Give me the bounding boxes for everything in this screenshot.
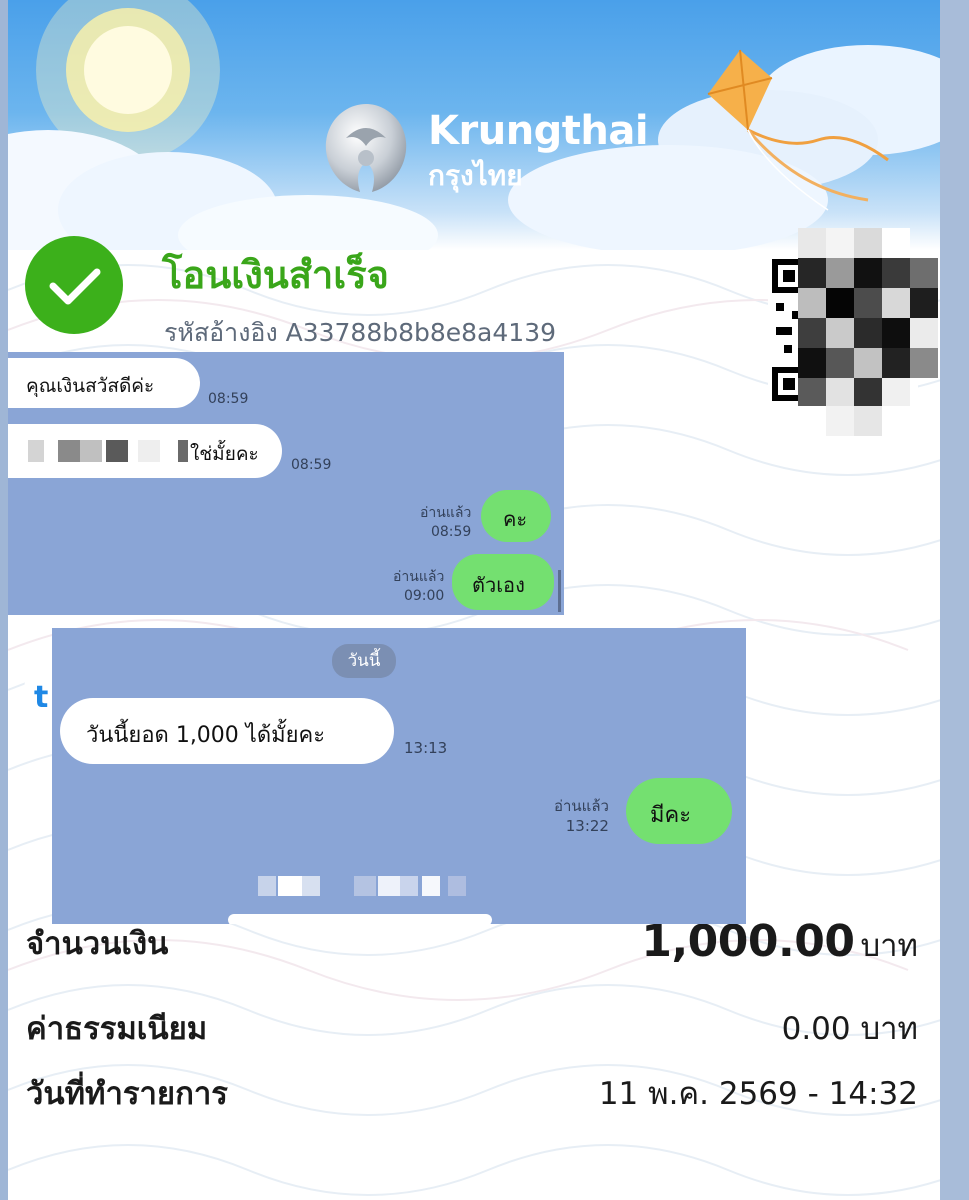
message-time: 08:59 [291, 457, 332, 473]
brand-name-th: กรุงไทย [428, 159, 523, 192]
chat-screenshot-bottom: วันนี้ วันนี้ยอด 1,000 ได้มั้ยคะ 13:13 อ… [52, 628, 746, 924]
read-label: อ่านแล้ว [393, 569, 445, 585]
check-icon [49, 268, 101, 305]
message-text: วันนี้ยอด 1,000 ได้มั้ยคะ [86, 723, 326, 748]
message-text: คะ [503, 507, 528, 531]
redacted-text [258, 872, 468, 902]
letter-t-icon: t [34, 680, 49, 715]
message-text: คุณเงินสวัสดีค่ะ [26, 375, 155, 397]
amount-unit: บาท [860, 928, 918, 964]
read-label: อ่านแล้ว [420, 505, 472, 521]
brand-name-en: Krungthai [428, 108, 649, 154]
message-read-status: อ่านแล้ว 08:59 [420, 504, 471, 542]
chat-bubble-incoming: วันนี้ยอด 1,000 ได้มั้ยคะ [60, 698, 394, 764]
scrollbar[interactable] [558, 570, 561, 612]
chat-bubble-outgoing: คะ [481, 490, 551, 542]
message-text: ใช่มั้ยคะ [190, 443, 259, 465]
message-read-status: อ่านแล้ว 09:00 [393, 568, 444, 606]
status-title: โอนเงินสำเร็จ [162, 253, 389, 297]
date-chip: วันนี้ [332, 644, 396, 678]
qr-redaction-mosaic [798, 228, 938, 436]
krungthai-logo: Krungthai กรุงไทย [316, 98, 649, 198]
chat-bubble-incoming: คุณเงินสวัสดีค่ะ [8, 358, 200, 408]
transaction-date-value: 11 พ.ค. 2569 - 14:32 [598, 1076, 918, 1112]
message-text: ตัวเอง [472, 573, 525, 597]
chat-bubble-outgoing: ตัวเอง [452, 554, 554, 610]
right-edge-strip [940, 0, 969, 1200]
chat-screenshot-top: คุณเงินสวัสดีค่ะ 08:59 ใช่มั้ยคะ 08:59 อ… [8, 352, 564, 615]
message-time: 09:00 [403, 587, 445, 604]
phoenix-logo-icon [325, 104, 407, 192]
success-badge [25, 236, 123, 334]
sun-core [84, 26, 172, 114]
message-time: 08:59 [208, 391, 249, 407]
transaction-date-label: วันที่ทำรายการ [26, 1076, 228, 1112]
input-bar-partial [228, 914, 492, 924]
amount-value: 1,000.00 บาท [641, 916, 918, 970]
message-time: 13:22 [565, 817, 609, 836]
chat-bubble-outgoing: มีคะ [626, 778, 732, 844]
read-label: อ่านแล้ว [554, 797, 609, 815]
fee-value: 0.00 บาท [781, 1011, 918, 1047]
chat-bubble-incoming: ใช่มั้ยคะ [8, 424, 282, 478]
redacted-name [28, 440, 188, 462]
message-text: มีคะ [650, 803, 692, 828]
reference-number: รหัสอ้างอิง A33788b8b8e8a4139 [164, 318, 557, 347]
message-read-status: อ่านแล้ว 13:22 [554, 796, 609, 837]
amount-label: จำนวนเงิน [26, 926, 169, 962]
message-time: 08:59 [430, 523, 472, 540]
message-time: 13:13 [404, 739, 448, 757]
fee-label: ค่าธรรมเนียม [26, 1011, 208, 1047]
